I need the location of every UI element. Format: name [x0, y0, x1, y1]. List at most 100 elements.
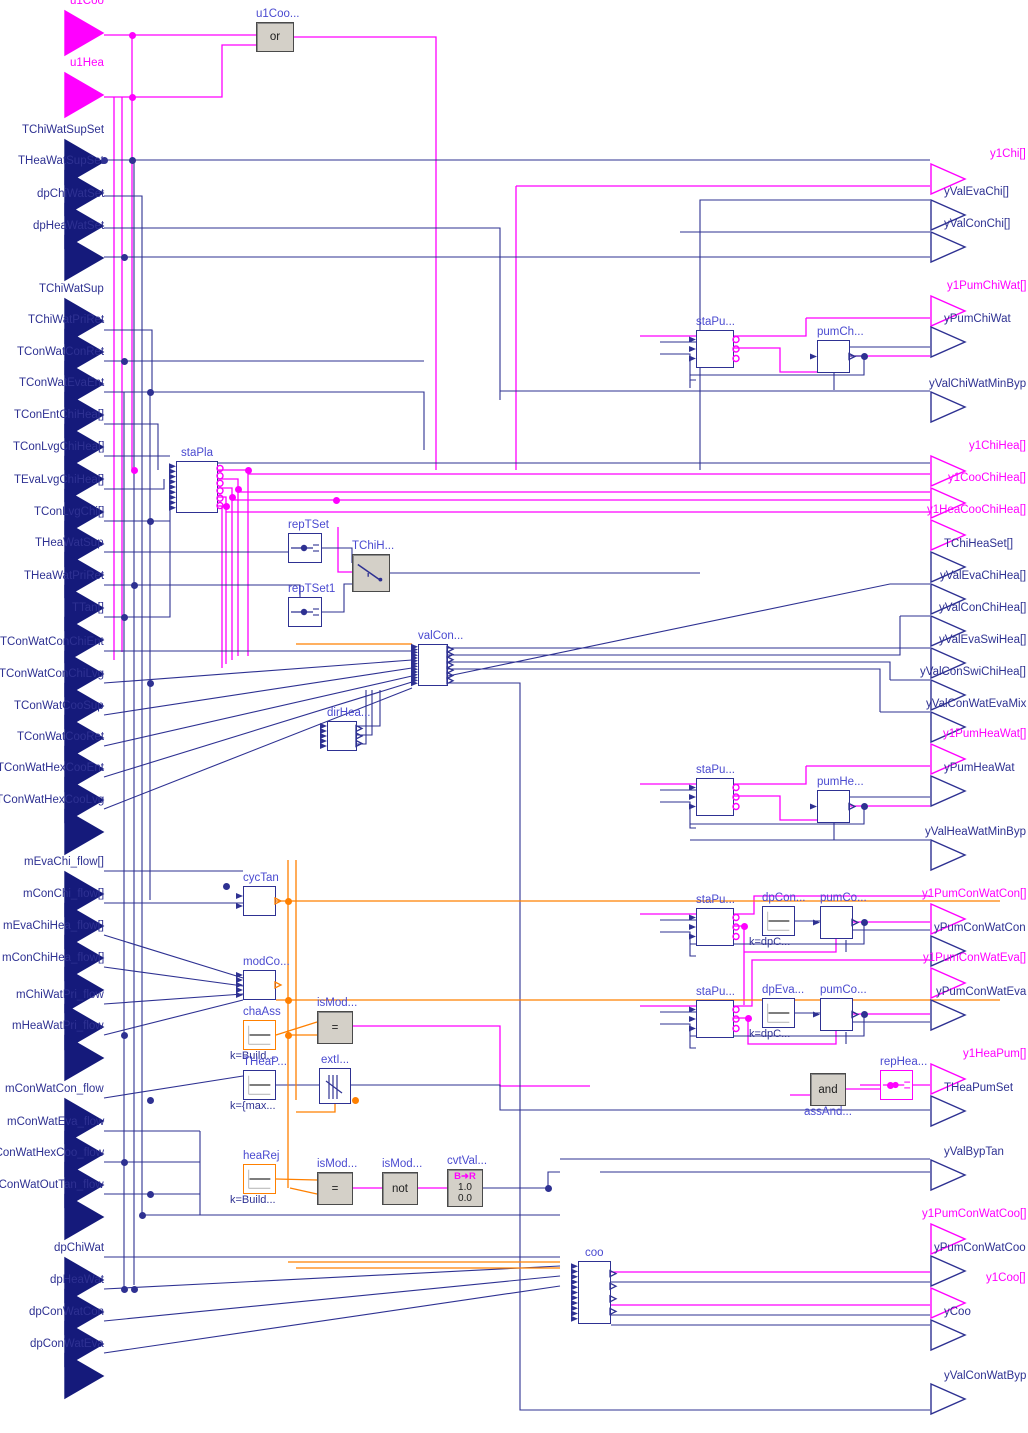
- block-caption: isMod...: [317, 1158, 358, 1170]
- input-label: TConWatConChiEnt: [0, 636, 104, 648]
- block-ports-modCoo: [236, 970, 285, 1000]
- block-body-text: =: [331, 1021, 339, 1034]
- block-caption: staPu...: [696, 764, 735, 776]
- output-port-yvalheawatminbyp[interactable]: [930, 838, 967, 872]
- output-label: y1Coo[]: [986, 1272, 1026, 1284]
- block-repTSet1[interactable]: [288, 597, 322, 627]
- block-chaAss[interactable]: [243, 1020, 276, 1050]
- block-isModHeaRej[interactable]: =: [317, 1172, 353, 1205]
- block-THeaPumPar[interactable]: [243, 1070, 276, 1100]
- output-port-yvalchiwatminbyp[interactable]: [930, 390, 967, 424]
- output-port-ypumchiwat[interactable]: [930, 325, 967, 359]
- block-isModNot[interactable]: not: [382, 1172, 418, 1205]
- wire-junction: [120, 1031, 128, 1039]
- constant-source-glyph: [247, 1168, 272, 1190]
- block-bool-real-icon: B➜R: [454, 1171, 476, 1182]
- block-body-text: and: [818, 1083, 838, 1096]
- block-heaRej[interactable]: [243, 1164, 276, 1194]
- output-label: y1PumConWatEva[]: [923, 952, 1027, 964]
- block-isModChaAss[interactable]: =: [317, 1011, 353, 1044]
- output-port-yvalconwatbyp[interactable]: [930, 1382, 967, 1416]
- input-label: dpConWatCon: [29, 1306, 105, 1318]
- block-u1CooOrHea[interactable]: or: [256, 22, 294, 52]
- block-caption: modCo...: [243, 956, 290, 968]
- wire-junction: [120, 1158, 128, 1166]
- block-caption: dirHea...: [327, 707, 371, 719]
- block-ports-pumConWatEva: [813, 998, 862, 1031]
- input-label: THeaWatSup: [35, 537, 104, 549]
- wire-junction: [128, 156, 136, 164]
- block-dpConSet[interactable]: [762, 906, 795, 936]
- output-port-ycoo[interactable]: [930, 1318, 967, 1352]
- output-label: yValEvaSwiHea[]: [939, 634, 1027, 646]
- wire-junction: [228, 493, 236, 501]
- block-caption: cvtVal...: [447, 1155, 488, 1167]
- output-port-theapumset[interactable]: [930, 1094, 967, 1128]
- input-label: mConWatOutTan_flow: [0, 1179, 104, 1191]
- output-label: y1HeaCooChiHea[]: [927, 504, 1027, 516]
- block-caption: coo: [585, 1247, 604, 1259]
- input-port-mconwatouttan_flow[interactable]: [64, 1193, 105, 1241]
- block-ports-coo: [571, 1261, 620, 1324]
- block-caption: THeaP...: [243, 1056, 287, 1068]
- block-parameter-label: k={max...: [230, 1100, 276, 1112]
- block-caption: pumHe...: [817, 776, 864, 788]
- output-port-yvalconchi[interactable]: [930, 230, 967, 264]
- input-label: TTan[]: [72, 602, 104, 614]
- block-caption: repHea...: [880, 1056, 928, 1068]
- wire-junction: [860, 1010, 868, 1018]
- block-cvtVal[interactable]: B➜R 1.0 0.0: [447, 1169, 483, 1207]
- block-ports-pumConWatCon: [813, 906, 862, 939]
- wire-junction: [138, 1211, 146, 1219]
- constant-source-glyph: [766, 1002, 791, 1024]
- output-label: TChiHeaSet[]: [944, 538, 1014, 550]
- input-label: mHeaWatPri_flow: [12, 1020, 104, 1032]
- block-caption: isMod...: [382, 1158, 423, 1170]
- block-repHeaPum[interactable]: [880, 1070, 913, 1100]
- output-label: yPumHeaWat: [944, 762, 1015, 774]
- output-label: yPumConWatCon: [934, 922, 1026, 934]
- input-port-u1coo[interactable]: [64, 9, 105, 57]
- input-port-tconwathexcoolvg[interactable]: [64, 808, 105, 856]
- wire-junction: [130, 1285, 138, 1293]
- block-repTSet[interactable]: [288, 533, 322, 563]
- block-parameter-label: k=dpC...: [749, 1028, 791, 1040]
- input-label: dpHeaWat: [50, 1274, 104, 1286]
- output-port-ypumconwatcoo[interactable]: [930, 1254, 967, 1288]
- output-port-yvalbyptan[interactable]: [930, 1158, 967, 1192]
- output-label: yValConSwiChiHea[]: [920, 666, 1026, 678]
- block-caption: extI...: [321, 1054, 350, 1066]
- wire-junction: [146, 1096, 154, 1104]
- wire-junction: [886, 1081, 894, 1089]
- input-label: TConWatEvaEnt: [19, 377, 105, 389]
- output-label: yValConChiHea[]: [939, 602, 1027, 614]
- block-dpEvaSet[interactable]: [762, 998, 795, 1028]
- block-caption: pumCo...: [820, 892, 867, 904]
- constant-source-glyph: [766, 910, 791, 932]
- block-caption: dpEva...: [762, 984, 805, 996]
- constant-source-glyph: [247, 1074, 272, 1096]
- output-label: yValConWatEvaMix: [926, 698, 1027, 710]
- output-port-ypumconwateva[interactable]: [930, 998, 967, 1032]
- block-extIndSig[interactable]: [319, 1068, 351, 1104]
- wire-junction: [284, 1031, 292, 1039]
- output-label: yValChiWatMinByp: [929, 378, 1027, 390]
- input-port-mheawatpri_flow[interactable]: [64, 1034, 105, 1082]
- wire-junction: [146, 1190, 154, 1198]
- block-assAnd[interactable]: and: [810, 1073, 846, 1106]
- output-label: yPumConWatEva: [936, 986, 1027, 998]
- block-TChiHeaSw[interactable]: [352, 554, 390, 592]
- wire-junction: [128, 31, 136, 39]
- input-label: TConWatConRet: [17, 346, 105, 358]
- output-port-ypumheawat[interactable]: [930, 774, 967, 808]
- input-label: u1Hea: [70, 57, 104, 69]
- input-port-dpheawatset[interactable]: [64, 234, 105, 282]
- block-body-text: =: [331, 1182, 339, 1195]
- wire-junction: [860, 352, 868, 360]
- block-ports-cycTan: [236, 886, 285, 916]
- input-port-u1hea[interactable]: [64, 71, 105, 119]
- block-parameter-label: k=Build...: [230, 1194, 276, 1206]
- block-caption: repTSet: [288, 519, 329, 531]
- input-port-dpconwateva[interactable]: [64, 1352, 105, 1400]
- output-label: y1PumConWatCoo[]: [922, 1208, 1027, 1220]
